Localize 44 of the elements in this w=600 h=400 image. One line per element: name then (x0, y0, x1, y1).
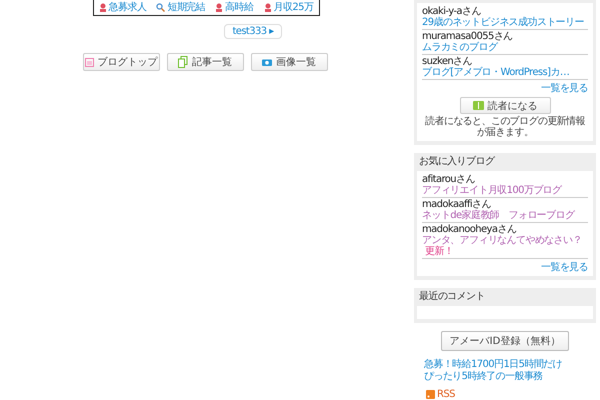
blog-link[interactable]: 29歳のネットビジネス成功ストーリー (422, 17, 588, 28)
reader-name: okaki-y-aさん (422, 6, 482, 17)
reader-name: muramasa0055さん (422, 31, 514, 42)
favorite-blog-link[interactable]: アンタ、アフィリなんてやめなさい？ 更新！ (422, 235, 588, 257)
register-button[interactable]: アメーバID登録（無料） (441, 331, 569, 351)
job-link[interactable]: 月収25万 (264, 2, 314, 14)
panel-title: お気に入りブログ (418, 156, 496, 169)
calendar-icon (84, 58, 94, 66)
see-all-link[interactable]: 一覧を見る (422, 83, 588, 94)
person-icon (264, 3, 272, 12)
promo-link[interactable]: 急募！時給1700円1日5時間だけ (424, 359, 596, 371)
panel-title: 最近のコメント (418, 291, 486, 304)
subscribe-note: 読者になると、このブログの更新情報が届きます。 (424, 116, 586, 138)
job-link[interactable]: 急募求人 (98, 2, 146, 14)
blog-link[interactable]: ブログ[アメブロ・WordPress]カ… (422, 67, 588, 78)
job-link-label: 短期完結 (167, 2, 206, 14)
camera-icon (262, 58, 272, 66)
person-icon (98, 3, 107, 12)
subscribe-button[interactable]: 読者になる (460, 97, 550, 114)
blog-owner: afitarouさん (422, 174, 476, 185)
favorite-blog-link[interactable]: ネットde家庭教師 フォローブログ (422, 210, 588, 221)
see-all-link[interactable]: 一覧を見る (422, 262, 588, 273)
search-icon (156, 3, 166, 12)
job-link-label: 月収25万 (274, 2, 314, 14)
job-link[interactable]: 高時給 (215, 2, 254, 14)
book-icon (472, 101, 484, 110)
tag-link[interactable]: test333 ▸ (224, 24, 282, 39)
updated-label: 更新！ (425, 246, 454, 257)
blog-link[interactable]: ムラカミのブログ (422, 42, 588, 53)
promo-link[interactable]: ぴったり5時終了の一般事務 (424, 371, 596, 383)
job-link-label: 高時給 (225, 2, 254, 14)
rss-link[interactable]: RSS (437, 389, 455, 400)
rss-icon (426, 390, 435, 399)
job-link[interactable]: 短期完結 (156, 2, 206, 14)
pages-icon (178, 56, 188, 68)
blog-owner: madokaaffiさん (422, 199, 492, 210)
reader-name: suzkenさん (422, 56, 473, 67)
nav-button[interactable]: ブログトップ (82, 53, 160, 71)
nav-button[interactable]: 画像一覧 (250, 53, 328, 71)
person-icon (215, 3, 224, 12)
favorite-blog-link[interactable]: アフィリエイト月収100万ブログ (422, 185, 588, 196)
blog-owner: madokanooheyaさん (422, 224, 518, 235)
job-link-label: 急募求人 (108, 2, 146, 14)
nav-button[interactable]: 記事一覧 (166, 53, 244, 71)
